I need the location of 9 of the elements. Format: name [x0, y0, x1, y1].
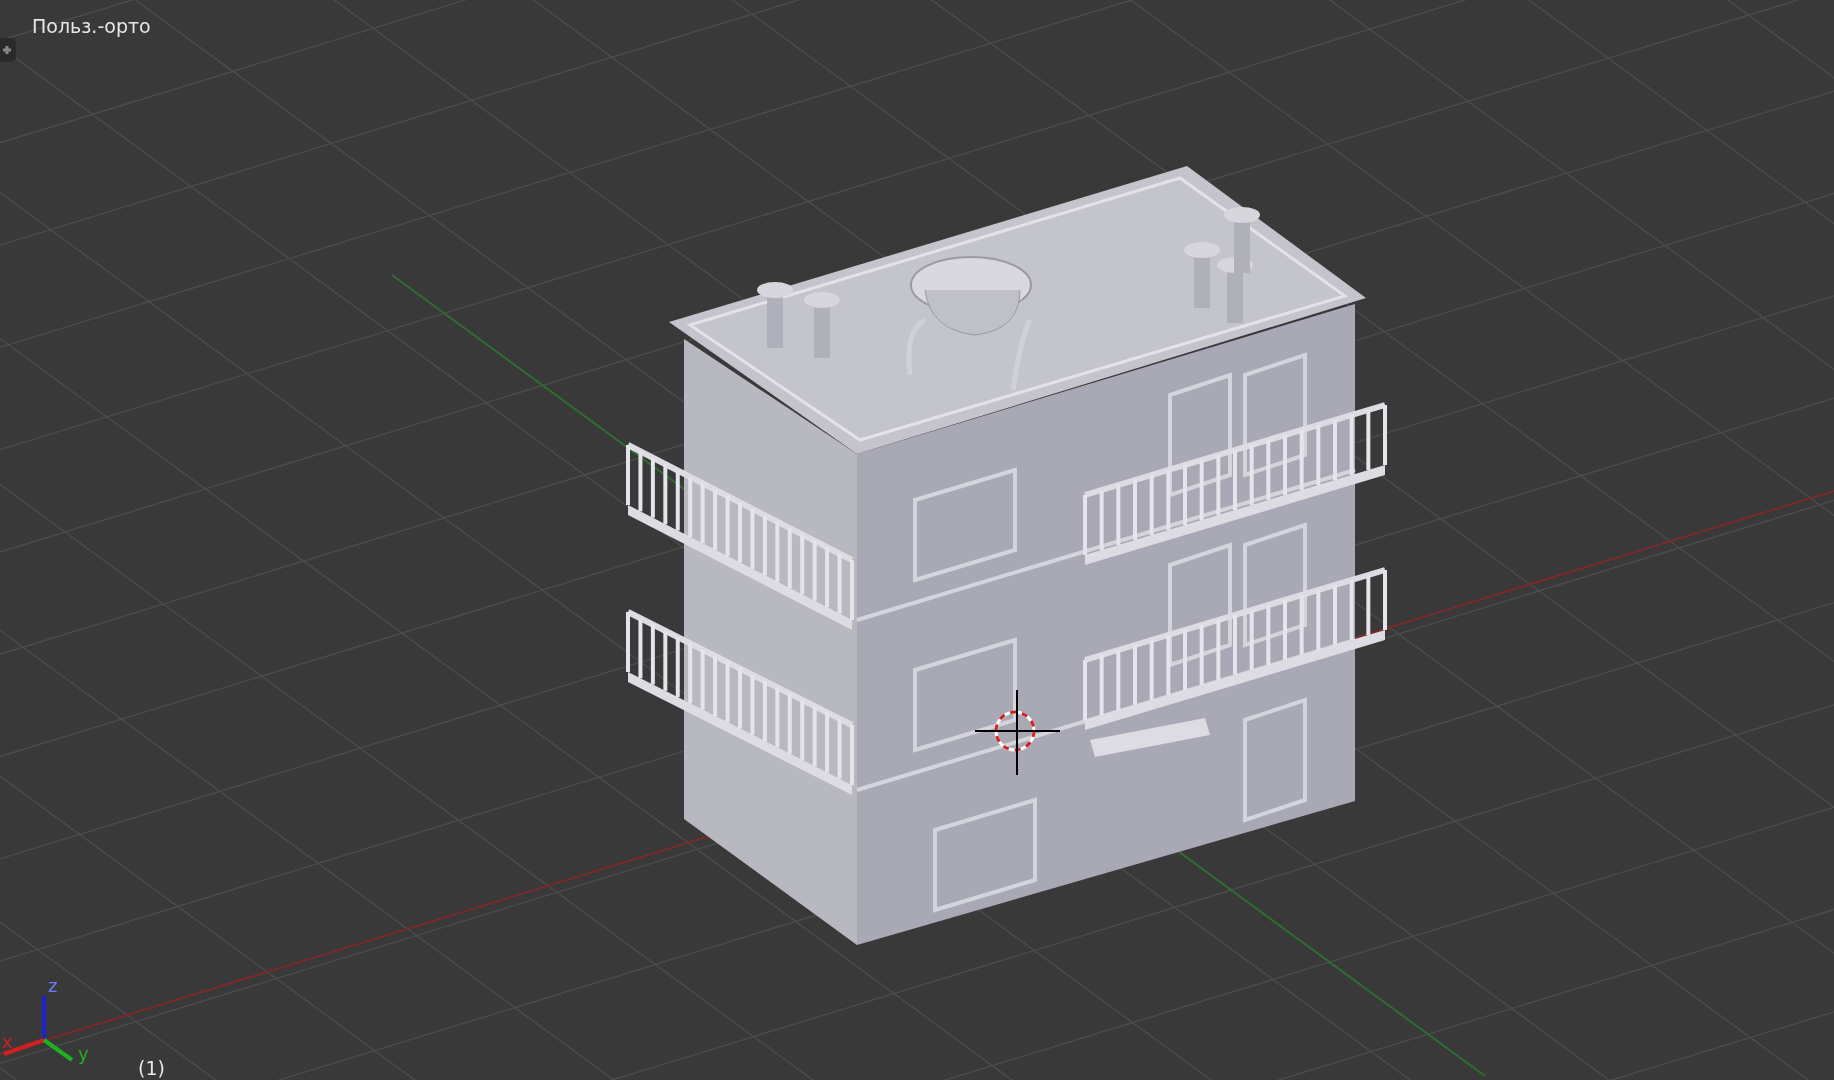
y-axis-label: y — [78, 1043, 89, 1064]
z-axis-label: z — [48, 975, 58, 996]
axis-gizmo-drawing — [3, 996, 74, 1062]
x-axis-label: x — [2, 1031, 13, 1052]
3d-cursor-icon — [974, 689, 1061, 776]
view-label: Польз.-орто — [32, 14, 151, 39]
3d-viewport[interactable]: z y x Польз.-орто (1) — [0, 0, 1834, 1080]
plus-icon — [2, 45, 12, 55]
frame-number: (1) — [138, 1056, 165, 1080]
